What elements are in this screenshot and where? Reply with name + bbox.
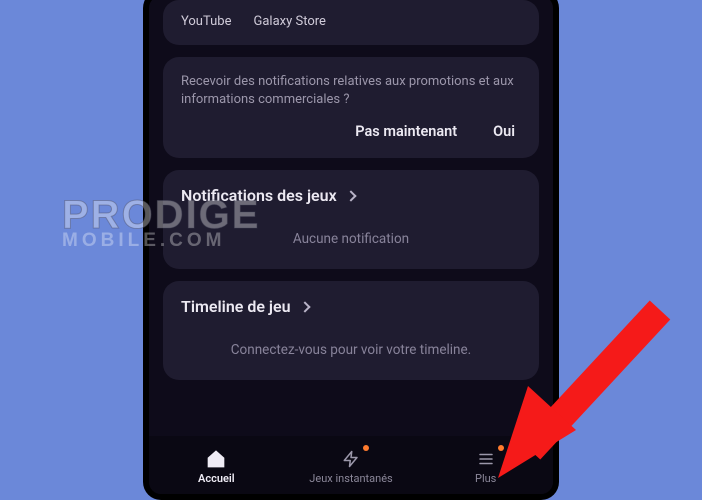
promo-actions: Pas maintenant Oui	[181, 123, 521, 140]
notifications-title: Notifications des jeux	[181, 186, 337, 205]
timeline-title: Timeline de jeu	[181, 297, 291, 316]
nav-home-label: Accueil	[198, 472, 235, 485]
timeline-header[interactable]: Timeline de jeu	[181, 297, 521, 316]
youtube-link[interactable]: YouTube	[181, 14, 232, 29]
lightning-icon	[341, 449, 361, 469]
yes-button[interactable]: Oui	[493, 123, 515, 140]
nav-more[interactable]: Plus	[418, 440, 553, 494]
timeline-empty: Connectez-vous pour voir votre timeline.	[181, 334, 521, 362]
notifications-card: Notifications des jeux Aucune notificati…	[163, 170, 539, 269]
nav-instant-label: Jeux instantanés	[309, 472, 392, 485]
notifications-empty: Aucune notification	[181, 223, 521, 251]
timeline-card: Timeline de jeu Connectez-vous pour voir…	[163, 281, 539, 380]
notification-dot-icon	[363, 445, 369, 451]
chevron-right-icon	[299, 302, 310, 313]
promo-question: Recevoir des notifications relatives aux…	[181, 73, 521, 109]
galaxy-store-link[interactable]: Galaxy Store	[254, 14, 326, 29]
chevron-right-icon	[345, 191, 356, 202]
phone-frame: YouTube Galaxy Store Recevoir des notifi…	[143, 0, 559, 500]
menu-icon	[476, 449, 496, 469]
nav-home[interactable]: Accueil	[149, 440, 284, 494]
promo-card: Recevoir des notifications relatives aux…	[163, 57, 539, 158]
scroll-content: YouTube Galaxy Store Recevoir des notifi…	[149, 0, 553, 436]
nav-instant-games[interactable]: Jeux instantanés	[284, 440, 419, 494]
bottom-nav: Accueil Jeux instantanés Plus	[149, 436, 553, 494]
phone-screen: YouTube Galaxy Store Recevoir des notifi…	[149, 0, 553, 494]
not-now-button[interactable]: Pas maintenant	[355, 123, 457, 140]
nav-more-label: Plus	[475, 472, 496, 485]
notifications-header[interactable]: Notifications des jeux	[181, 186, 521, 205]
app-links-card: YouTube Galaxy Store	[163, 0, 539, 45]
home-icon	[206, 449, 226, 469]
app-links-row: YouTube Galaxy Store	[181, 14, 521, 29]
notification-dot-icon	[498, 445, 504, 451]
